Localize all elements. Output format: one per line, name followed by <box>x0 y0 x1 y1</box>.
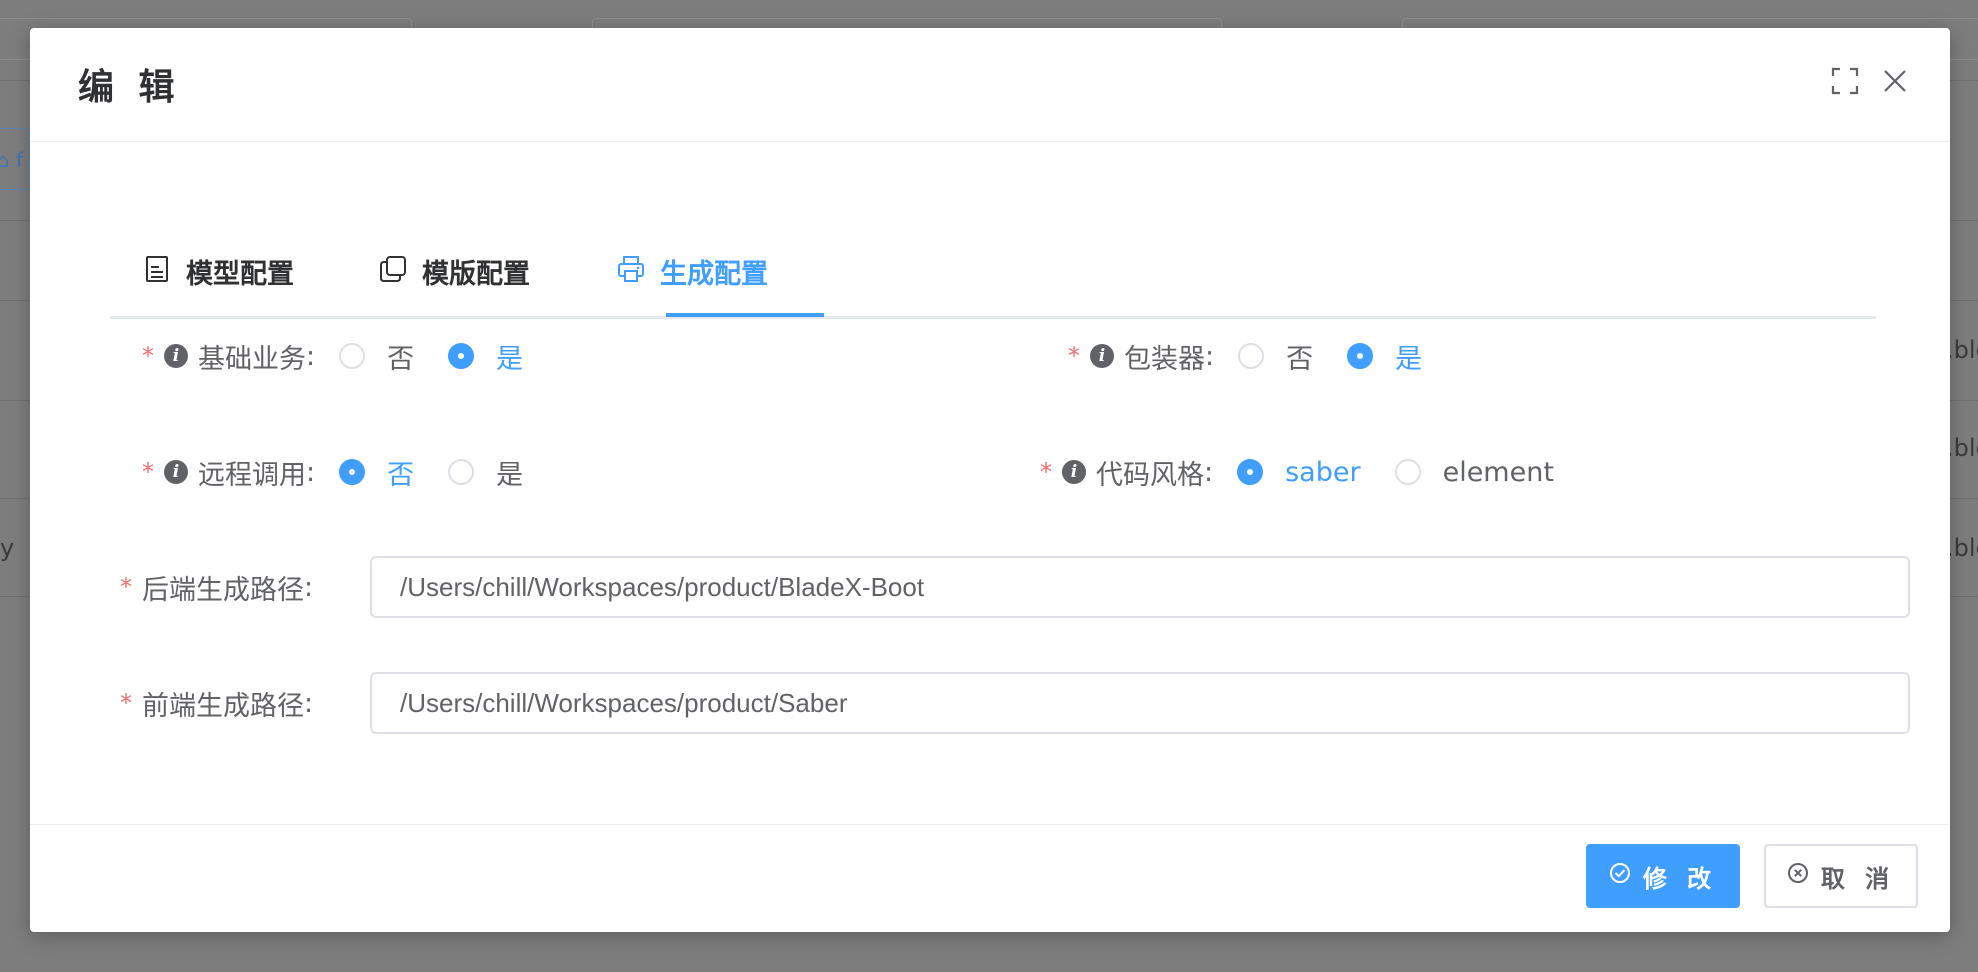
radio-label: element <box>1442 456 1554 488</box>
field-label: 包装器 <box>1124 343 1205 375</box>
radio-circle <box>448 459 475 485</box>
radio-label: saber <box>1285 456 1361 488</box>
submit-button[interactable]: 修 改 <box>1586 844 1740 908</box>
radio-circle <box>1237 459 1264 485</box>
radio-label: 否 <box>387 459 415 491</box>
required-mark: * <box>1068 342 1080 370</box>
close-icon[interactable] <box>1880 66 1916 102</box>
info-icon[interactable]: i <box>164 344 188 368</box>
radio-circle <box>339 459 366 485</box>
required-mark: * <box>1040 458 1052 486</box>
cancel-button[interactable]: 取 消 <box>1764 844 1918 908</box>
required-mark: * <box>142 342 154 370</box>
background-cell-text: .blc <box>1946 534 1978 562</box>
field-label: 远程调用 <box>198 459 306 491</box>
radio-remote-call-no[interactable]: 否 <box>339 453 414 492</box>
frontend-path-input[interactable] <box>370 672 1910 734</box>
printer-icon <box>616 254 646 284</box>
label-colon: : <box>306 456 316 488</box>
tab-label: 生成配置 <box>660 259 768 290</box>
submit-button-label: 修 改 <box>1642 864 1718 893</box>
radio-label: 是 <box>1395 343 1423 375</box>
radio-circle <box>1347 343 1374 369</box>
radio-circle <box>339 343 366 369</box>
radio-label: 否 <box>1286 343 1314 375</box>
label-colon: : <box>306 340 316 372</box>
backend-path-input[interactable] <box>370 556 1910 618</box>
label-colon: : <box>1204 456 1214 488</box>
radio-label: 是 <box>496 343 524 375</box>
info-icon[interactable]: i <box>1090 344 1114 368</box>
radio-base-business-no[interactable]: 否 <box>339 337 414 376</box>
background-cell-text: .blc <box>1946 336 1978 364</box>
backend-path-label: * 后端生成路径 : <box>120 556 313 618</box>
info-icon[interactable]: i <box>164 460 188 484</box>
tab-label: 模型配置 <box>186 259 294 290</box>
copy-icon <box>378 254 408 284</box>
required-mark: * <box>120 573 132 601</box>
base-business-field: * i 基础业务 : 否 是 <box>142 336 557 376</box>
dialog-footer: 修 改 取 消 <box>30 824 1950 933</box>
field-label: 后端生成路径 <box>142 574 304 606</box>
radio-code-style-element[interactable]: element <box>1394 456 1554 488</box>
radio-label: 是 <box>496 459 524 491</box>
tab-model-config[interactable]: 模型配置 <box>142 252 294 316</box>
radio-label: 否 <box>387 343 415 375</box>
radio-circle <box>448 343 475 369</box>
radio-code-style-saber[interactable]: saber <box>1237 456 1361 488</box>
tab-label: 模版配置 <box>422 259 530 290</box>
check-circle-icon <box>1609 862 1631 890</box>
edit-dialog: 编 辑 模型配置 模版配置 生成配置 * i 基础业务: 否 是 * i 包装… <box>30 28 1950 932</box>
info-icon[interactable]: i <box>1062 460 1086 484</box>
remote-call-field: * i 远程调用 : 否 是 <box>142 452 557 492</box>
background-cell-text: y <box>0 534 15 562</box>
required-mark: * <box>120 689 132 717</box>
close-circle-icon <box>1787 862 1809 890</box>
config-tabs: 模型配置 模版配置 生成配置 <box>110 228 1876 319</box>
wrapper-field: * i 包装器 : 否 是 <box>1068 336 1456 376</box>
label-colon: : <box>304 687 314 719</box>
field-label: 代码风格 <box>1096 459 1204 491</box>
radio-circle <box>1394 459 1421 485</box>
field-label: 前端生成路径 <box>142 690 304 722</box>
radio-remote-call-yes[interactable]: 是 <box>448 453 523 492</box>
radio-wrapper-yes[interactable]: 是 <box>1347 337 1422 376</box>
label-colon: : <box>1205 340 1215 372</box>
radio-base-business-yes[interactable]: 是 <box>448 337 523 376</box>
required-mark: * <box>142 458 154 486</box>
document-icon <box>142 254 172 284</box>
code-style-field: * i 代码风格 : saber element <box>1040 452 1588 492</box>
active-tab-indicator <box>666 313 824 317</box>
frontend-path-label: * 前端生成路径 : <box>120 672 313 734</box>
tab-template-config[interactable]: 模版配置 <box>378 252 530 316</box>
label-colon: : <box>304 571 314 603</box>
fullscreen-icon[interactable] <box>1830 66 1866 102</box>
dialog-header: 编 辑 <box>30 28 1950 142</box>
tab-generate-config[interactable]: 生成配置 <box>616 252 768 316</box>
radio-wrapper-no[interactable]: 否 <box>1238 337 1313 376</box>
background-cell-text: .blc <box>1946 434 1978 462</box>
dialog-title: 编 辑 <box>78 67 181 108</box>
cancel-button-label: 取 消 <box>1820 864 1896 893</box>
field-label: 基础业务 <box>198 343 306 375</box>
background-button: ⌂ f <box>0 128 30 190</box>
radio-circle <box>1238 343 1265 369</box>
